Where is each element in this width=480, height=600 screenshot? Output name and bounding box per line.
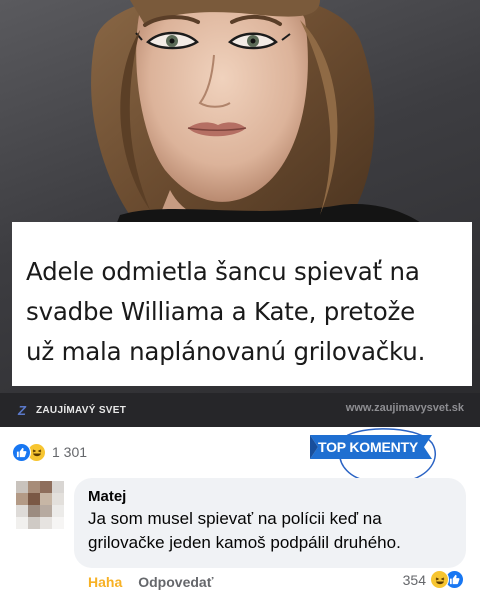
brand-logo-icon: Z [18,403,26,418]
caption-line: Adele odmietla šancu spievať na [26,257,420,286]
reply-button[interactable]: Odpovedať [138,574,213,590]
post-photo: Adele odmietla šancu spievať na svadbe W… [0,0,480,400]
avatar[interactable] [16,481,64,529]
brand-url: www.zaujimavysvet.sk [345,402,464,414]
like-icon [12,442,31,462]
comment-bubble: Matej Ja som musel spievať na polícii ke… [74,478,466,568]
comment-author[interactable]: Matej [88,487,452,507]
caption-line: už mala naplánovanú grilovačku. [26,337,426,366]
reaction-count: 1 301 [52,444,88,460]
top-comments-label: TOP KOMENTY [318,439,418,455]
comment-reaction-count: 354 [402,571,426,588]
haha-reaction-button[interactable]: Haha [88,574,122,590]
comment-text-line: grilovačke jeden kamoš podpálil druhého. [88,533,401,552]
caption-line: svadbe Williama a Kate, pretože [26,297,416,326]
brand-name: ZAUJÍMAVÝ SVET [36,405,127,416]
comment-reactions[interactable]: 354 [403,570,464,589]
comment-text-line: Ja som musel spievať na polícii keď na [88,509,382,528]
post-caption: Adele odmietla šancu spievať na svadbe W… [12,222,472,386]
brand-bar: Z ZAUJÍMAVÝ SVET www.zaujimavysvet.sk [0,393,480,427]
comment-actions: Haha Odpovedať [88,572,213,592]
haha-icon [430,570,449,589]
reactions-summary[interactable]: 1 301 [12,441,87,463]
